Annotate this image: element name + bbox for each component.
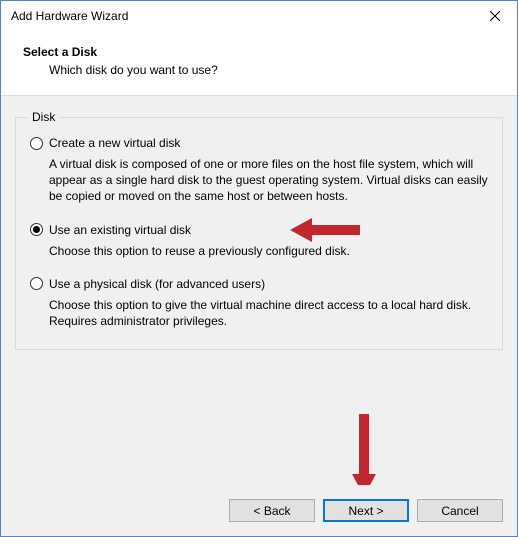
annotation-arrow-left-icon (290, 215, 360, 245)
button-bar: < Back Next > Cancel (1, 485, 517, 536)
group-legend: Disk (28, 110, 59, 124)
wizard-window: Add Hardware Wizard Select a Disk Which … (0, 0, 518, 537)
desc-physical: Choose this option to give the virtual m… (49, 297, 490, 329)
radio-create-label: Create a new virtual disk (49, 136, 180, 150)
close-button[interactable] (472, 1, 517, 31)
radio-create[interactable] (30, 137, 43, 150)
wizard-header: Select a Disk Which disk do you want to … (1, 31, 517, 95)
radio-physical[interactable] (30, 277, 43, 290)
desc-create: A virtual disk is composed of one or mor… (49, 156, 490, 205)
radio-physical-label: Use a physical disk (for advanced users) (49, 277, 265, 291)
desc-existing: Choose this option to reuse a previously… (49, 243, 490, 259)
page-subtitle: Which disk do you want to use? (49, 63, 497, 77)
disk-group: Disk Create a new virtual disk A virtual… (15, 110, 503, 350)
option-create: Create a new virtual disk A virtual disk… (28, 136, 490, 205)
next-button[interactable]: Next > (323, 499, 409, 522)
titlebar: Add Hardware Wizard (1, 1, 517, 31)
cancel-button[interactable]: Cancel (417, 499, 503, 522)
radio-existing-row[interactable]: Use an existing virtual disk (30, 223, 490, 237)
radio-physical-row[interactable]: Use a physical disk (for advanced users) (30, 277, 490, 291)
page-title: Select a Disk (23, 45, 497, 59)
option-physical: Use a physical disk (for advanced users)… (28, 277, 490, 329)
content-area: Disk Create a new virtual disk A virtual… (1, 96, 517, 485)
close-icon (490, 11, 500, 21)
option-existing: Use an existing virtual disk Choose this… (28, 223, 490, 259)
back-button[interactable]: < Back (229, 499, 315, 522)
radio-existing-label: Use an existing virtual disk (49, 223, 191, 237)
window-title: Add Hardware Wizard (11, 9, 472, 23)
radio-existing[interactable] (30, 223, 43, 236)
radio-create-row[interactable]: Create a new virtual disk (30, 136, 490, 150)
